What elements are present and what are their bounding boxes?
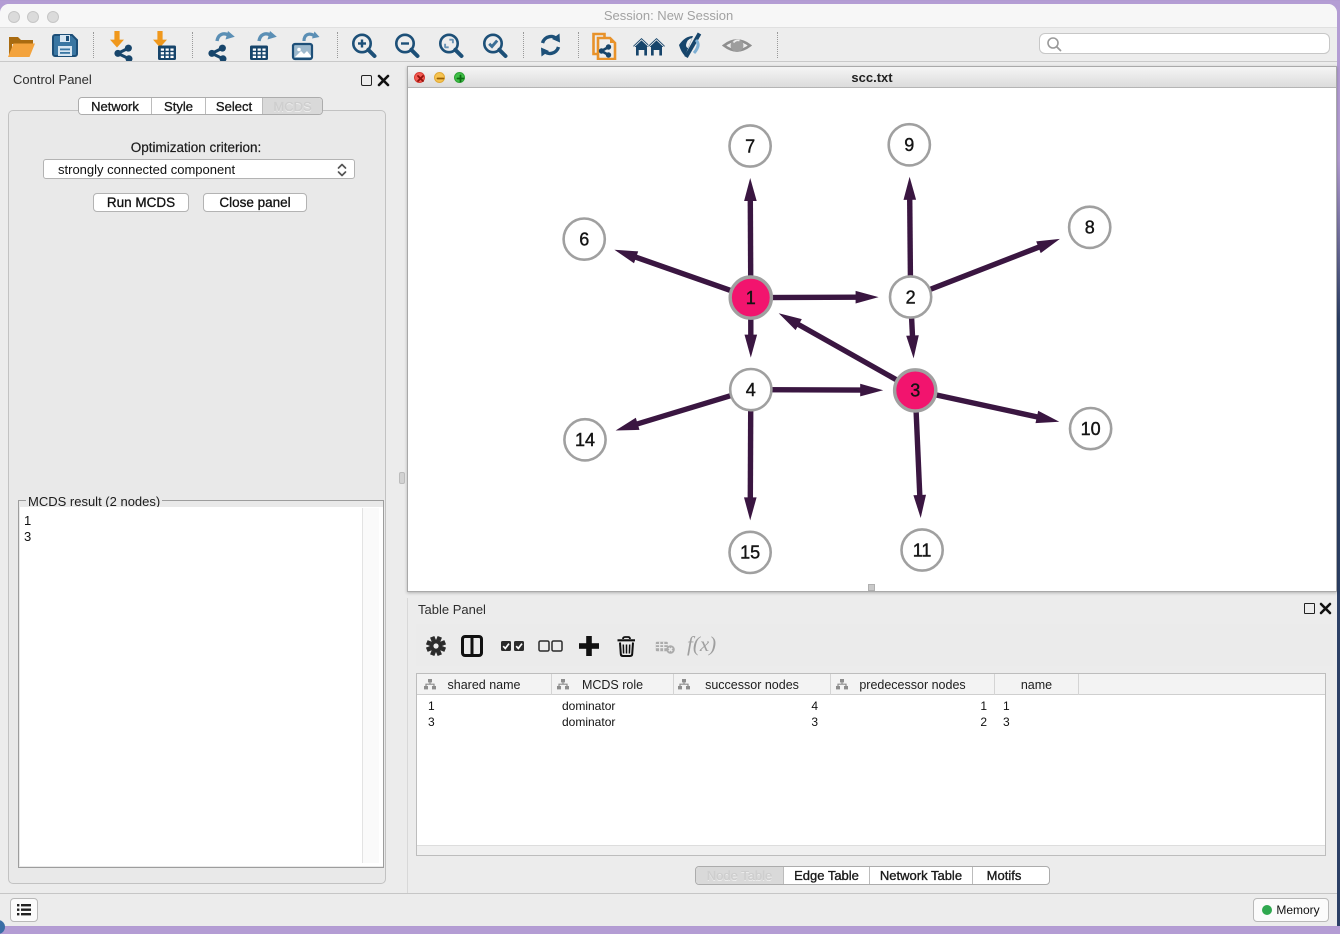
svg-text:7: 7 [745,136,755,156]
svg-text:4: 4 [746,380,756,400]
svg-text:10: 10 [1081,419,1101,439]
svg-text:14: 14 [575,430,595,450]
svg-text:9: 9 [904,135,914,155]
svg-text:15: 15 [740,543,760,563]
svg-text:11: 11 [913,540,932,560]
svg-text:1: 1 [746,288,756,308]
svg-text:3: 3 [910,381,920,401]
svg-text:2: 2 [906,287,916,307]
svg-text:6: 6 [579,229,589,249]
svg-text:8: 8 [1085,218,1095,238]
